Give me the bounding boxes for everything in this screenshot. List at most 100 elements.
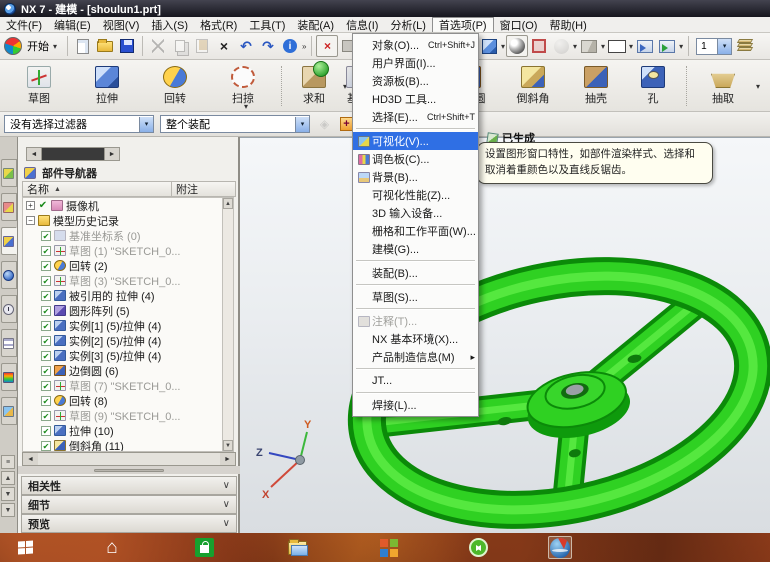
tree-item-sketch-7[interactable]: ✔ 草图 (7) "SKETCH_0... — [23, 378, 224, 393]
menu-information[interactable]: 信息(I) — [340, 17, 384, 32]
checkbox-icon[interactable]: ✔ — [41, 425, 51, 436]
menu-item-grid-workplane[interactable]: 栅格和工作平面(W)... — [353, 222, 478, 240]
menu-help[interactable]: 帮助(H) — [543, 17, 592, 32]
pane-left-button[interactable] — [634, 35, 656, 57]
check-icon[interactable]: ✔ — [38, 200, 48, 211]
checkbox-icon[interactable]: ✔ — [41, 440, 51, 451]
open-button[interactable] — [94, 35, 116, 57]
checkbox-icon[interactable]: ✔ — [41, 350, 51, 361]
toolbar-overflow-button[interactable]: » — [302, 42, 306, 51]
scrollbar-thumb[interactable] — [42, 148, 104, 160]
background-button[interactable] — [606, 35, 628, 57]
scroll-up-button[interactable]: ▲ — [223, 198, 233, 209]
checkbox-icon[interactable]: ✔ — [41, 290, 51, 301]
menu-item-color-palette[interactable]: 调色板(C)... — [353, 150, 478, 168]
tree-item-extrude-10[interactable]: ✔ 拉伸 (10) — [23, 423, 224, 438]
render-style-button[interactable] — [506, 35, 529, 57]
tree-item-sketch-1[interactable]: ✔ 草图 (1) "SKETCH_0... — [23, 243, 224, 258]
selection-scope-combo[interactable]: 整个装配 ▾ — [160, 115, 310, 133]
checkbox-icon[interactable]: ✔ — [41, 305, 51, 316]
navigator-top-scrollbar[interactable]: ◄ ► — [26, 147, 120, 161]
extrude-button[interactable]: 拉伸 — [76, 63, 138, 109]
chevron-down-icon[interactable]: ▾ — [295, 116, 309, 132]
tree-item-instance-1[interactable]: ✔ 实例[1] (5)/拉伸 (4) — [23, 318, 224, 333]
scroll-right-button[interactable]: ► — [220, 453, 235, 465]
checkbox-icon[interactable]: ✔ — [41, 380, 51, 391]
scroll-right-button[interactable]: ► — [104, 148, 119, 160]
file-explorer-button[interactable] — [285, 536, 309, 559]
tree-item-datum-csys[interactable]: ✔ 基准坐标系 (0) — [23, 228, 224, 243]
checkbox-icon[interactable]: ✔ — [41, 245, 51, 256]
section-details[interactable]: 细节 ∨ — [21, 495, 237, 514]
new-button[interactable] — [72, 35, 94, 57]
tree-item-instance-2[interactable]: ✔ 实例[2] (5)/拉伸 (4) — [23, 333, 224, 348]
menu-item-assemblies[interactable]: 装配(B)... — [353, 264, 478, 282]
tab-roles[interactable] — [0, 397, 17, 425]
tree-item-sketch-9[interactable]: ✔ 草图 (9) "SKETCH_0... — [23, 408, 224, 423]
selection-filter-combo[interactable]: 没有选择过滤器 ▾ — [4, 115, 154, 133]
scroll-up-button[interactable]: ▲ — [1, 471, 15, 485]
section-dependencies[interactable]: 相关性 ∨ — [21, 476, 237, 495]
app-grid-button[interactable] — [377, 536, 401, 559]
menu-window[interactable]: 窗口(O) — [494, 17, 544, 32]
scroll-left-button[interactable]: ◄ — [23, 453, 38, 465]
nx-taskbar-button[interactable] — [548, 536, 572, 559]
graphics-viewport[interactable]: Y Z X — [240, 137, 770, 533]
tree-item-chamfer-11[interactable]: ✔ 倒斜角 (11) — [23, 438, 224, 451]
hole-button[interactable]: 孔 — [628, 63, 678, 109]
revolve-button[interactable]: 回转 — [144, 63, 206, 109]
checkbox-icon[interactable]: ✔ — [41, 335, 51, 346]
menu-item-user-interface[interactable]: 用户界面(I)... — [353, 54, 478, 72]
tree-item-sketch-3[interactable]: ✔ 草图 (3) "SKETCH_0... — [23, 273, 224, 288]
tree-horizontal-scrollbar[interactable]: ◄ ► — [22, 452, 236, 466]
delete-button[interactable]: × — [213, 35, 235, 57]
start-button[interactable]: 开始 ▾ — [22, 36, 63, 56]
menu-edit[interactable]: 编辑(E) — [48, 17, 97, 32]
chevron-down-icon[interactable]: ▾ — [244, 102, 248, 111]
panel-splitter[interactable] — [18, 466, 240, 474]
menu-item-background[interactable]: 背景(B)... — [353, 168, 478, 186]
tree-vertical-scrollbar[interactable]: ▲ ▼ — [222, 197, 234, 452]
chamfer-button[interactable]: 倒斜角 — [502, 63, 564, 109]
layer-combo[interactable]: 1 ▾ — [696, 37, 733, 55]
menu-assemblies[interactable]: 装配(A) — [291, 17, 340, 32]
sweep-button[interactable]: 扫掠 — [212, 63, 274, 109]
shaded-view-button[interactable] — [478, 35, 500, 57]
tab-palette[interactable] — [0, 363, 17, 391]
checkbox-icon[interactable]: ✔ — [41, 410, 51, 421]
extract-button[interactable]: 抽取 — [694, 63, 752, 109]
undo-button[interactable]: ↶ — [235, 35, 257, 57]
info-button[interactable]: i — [279, 35, 301, 57]
scroll-left-button[interactable]: ◄ — [27, 148, 42, 160]
sync-app-button[interactable] — [466, 536, 490, 559]
expand-icon[interactable]: + — [26, 201, 35, 210]
sketch-button[interactable]: 草图 — [8, 63, 70, 109]
chevron-down-icon[interactable]: ▾ — [629, 42, 633, 51]
tab-constraint-navigator[interactable] — [0, 193, 17, 221]
tab-assembly-navigator[interactable] — [0, 159, 17, 187]
menu-item-visualization-performance[interactable]: 可视化性能(Z)... — [353, 186, 478, 204]
section-preview[interactable]: 预览 ∨ — [21, 514, 237, 533]
menu-item-hd3d-tool[interactable]: HD3D 工具... — [353, 90, 478, 108]
menu-item-nx-gateway[interactable]: NX 基本环境(X)... — [353, 330, 478, 348]
menu-item-pmi[interactable]: 产品制造信息(M) ▸ — [353, 348, 478, 366]
menu-format[interactable]: 格式(R) — [194, 17, 243, 32]
tab-internet-explorer[interactable] — [0, 261, 17, 289]
save-button[interactable] — [116, 35, 138, 57]
menu-analysis[interactable]: 分析(L) — [384, 17, 431, 32]
chevron-down-icon[interactable]: ▾ — [679, 42, 683, 51]
tree-item-revolve-2[interactable]: ✔ 回转 (2) — [23, 258, 224, 273]
tree-item-camera[interactable]: + ✔ 摄像机 — [23, 198, 224, 213]
menu-view[interactable]: 视图(V) — [97, 17, 146, 32]
clip-section-button[interactable] — [578, 35, 600, 57]
tree-item-model-history[interactable]: − 模型历史记录 — [23, 213, 224, 228]
checkbox-icon[interactable]: ✔ — [41, 260, 51, 271]
home-button[interactable]: ⌂ — [100, 536, 124, 559]
column-name[interactable]: 名称 ▲ — [23, 182, 171, 196]
menu-file[interactable]: 文件(F) — [0, 17, 48, 32]
tab-part-navigator[interactable] — [0, 227, 17, 255]
scroll-down-button[interactable]: ▼ — [1, 487, 15, 501]
checkbox-icon[interactable]: ✔ — [41, 320, 51, 331]
checkbox-icon[interactable]: ✔ — [41, 230, 51, 241]
chevron-down-icon[interactable]: ▾ — [717, 38, 732, 54]
